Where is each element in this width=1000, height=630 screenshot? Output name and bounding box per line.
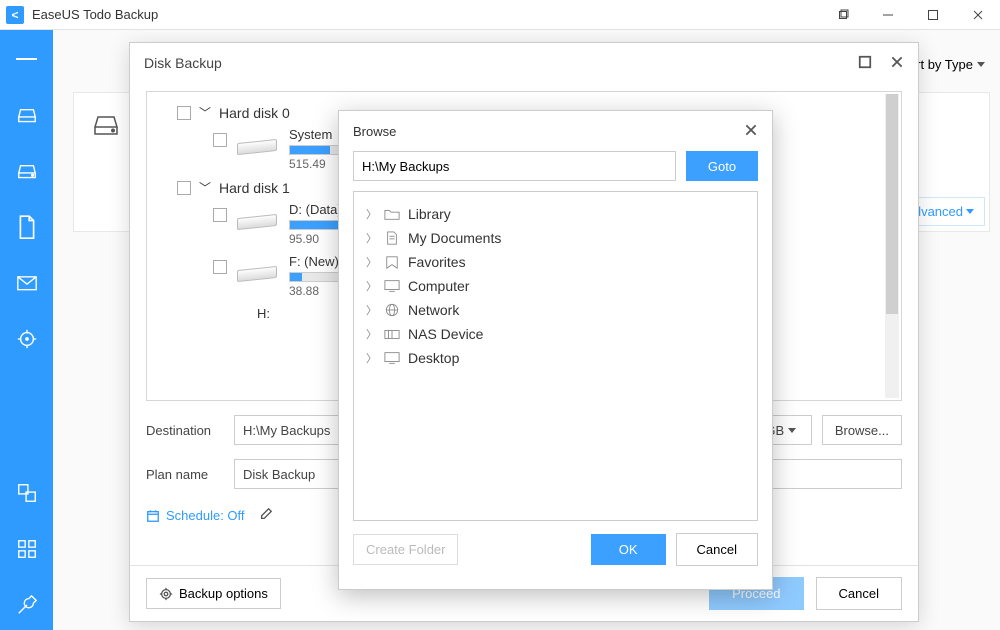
scrollbar-thumb[interactable] (886, 94, 898, 314)
chevron-down-icon[interactable]: ﹀ (199, 104, 211, 121)
sidebar (0, 30, 53, 630)
goto-button[interactable]: Goto (686, 151, 758, 181)
titlebar: < EaseUS Todo Backup (0, 0, 1000, 30)
doc-icon (384, 231, 400, 245)
node-label: Desktop (408, 350, 459, 366)
tree-node-computer[interactable]: 〉Computer (366, 274, 745, 298)
sidebar-mail-icon[interactable] (16, 272, 38, 294)
panel-disk-icon (92, 113, 120, 142)
browse-cancel-button[interactable]: Cancel (676, 533, 758, 566)
sidebar-target-icon[interactable] (16, 328, 38, 350)
sidebar-apps-icon[interactable] (16, 538, 38, 560)
app-logo-icon: < (6, 6, 24, 24)
menu-icon[interactable] (16, 48, 38, 70)
folder-icon (384, 207, 400, 221)
schedule-link[interactable]: Schedule: Off (146, 508, 245, 523)
tree-node-documents[interactable]: 〉My Documents (366, 226, 745, 250)
monitor-icon (384, 351, 400, 365)
gear-icon (159, 587, 173, 601)
sidebar-file-icon[interactable] (16, 216, 38, 238)
node-label: My Documents (408, 230, 501, 246)
disk-icon (237, 202, 279, 232)
browse-close-button[interactable] (744, 123, 758, 140)
checkbox[interactable] (213, 260, 227, 274)
main-area: Sort by Type Advanced Disk Backup (53, 30, 1000, 630)
browse-tree: 〉Library 〉My Documents 〉Favorites 〉Compu… (353, 191, 758, 521)
node-label: Network (408, 302, 459, 318)
checkbox[interactable] (213, 208, 227, 222)
destination-label: Destination (146, 423, 224, 438)
tree-node-nas[interactable]: 〉NAS Device (366, 322, 745, 346)
tree-node-library[interactable]: 〉Library (366, 202, 745, 226)
disk-label: Hard disk 1 (219, 180, 290, 196)
tree-node-desktop[interactable]: 〉Desktop (366, 346, 745, 370)
monitor-icon (384, 279, 400, 293)
node-label: Library (408, 206, 451, 222)
disk-window-close[interactable] (890, 55, 904, 72)
path-input[interactable] (353, 151, 676, 181)
schedule-label: Schedule: Off (166, 508, 245, 523)
restore-down-icon[interactable] (820, 0, 865, 30)
backup-options-label: Backup options (179, 586, 268, 601)
sidebar-clone-icon[interactable] (16, 482, 38, 504)
tree-node-network[interactable]: 〉Network (366, 298, 745, 322)
maximize-button[interactable] (910, 0, 955, 30)
disk-label: Hard disk 0 (219, 105, 290, 121)
window-buttons (820, 0, 1000, 30)
disk-icon (237, 127, 279, 157)
sidebar-tools-icon[interactable] (16, 594, 38, 616)
star-icon (384, 255, 400, 269)
scrollbar[interactable] (885, 94, 899, 398)
backup-options-button[interactable]: Backup options (146, 578, 281, 609)
browse-titlebar: Browse (339, 111, 772, 151)
chevron-down-icon (788, 428, 796, 433)
checkbox[interactable] (177, 181, 191, 195)
browse-dialog: Browse Goto 〉Library 〉My Documents 〉Favo… (338, 110, 773, 590)
minimize-button[interactable] (865, 0, 910, 30)
browse-title: Browse (353, 124, 396, 139)
browse-button[interactable]: Browse... (822, 415, 902, 445)
edit-icon[interactable] (259, 507, 273, 524)
browse-footer: Create Folder OK Cancel (339, 521, 772, 578)
checkbox[interactable] (213, 133, 227, 147)
sidebar-system-icon[interactable] (16, 160, 38, 182)
nas-icon (384, 327, 400, 341)
tree-node-favorites[interactable]: 〉Favorites (366, 250, 745, 274)
disk-icon (237, 254, 279, 284)
node-label: NAS Device (408, 326, 483, 342)
disk-window-maximize[interactable] (858, 55, 872, 72)
checkbox[interactable] (177, 106, 191, 120)
plan-name-label: Plan name (146, 467, 224, 482)
disk-window-titlebar: Disk Backup (130, 43, 918, 83)
sidebar-disk-icon[interactable] (16, 104, 38, 126)
node-label: Favorites (408, 254, 466, 270)
ok-button[interactable]: OK (591, 534, 666, 565)
app-title: EaseUS Todo Backup (32, 7, 158, 22)
globe-icon (384, 303, 400, 317)
chevron-down-icon[interactable]: ﹀ (199, 179, 211, 196)
chevron-down-icon (977, 62, 985, 67)
chevron-down-icon (966, 209, 974, 214)
cancel-button[interactable]: Cancel (816, 577, 902, 610)
disk-window-title: Disk Backup (144, 55, 222, 71)
close-button[interactable] (955, 0, 1000, 30)
node-label: Computer (408, 278, 469, 294)
create-folder-button[interactable]: Create Folder (353, 534, 458, 565)
